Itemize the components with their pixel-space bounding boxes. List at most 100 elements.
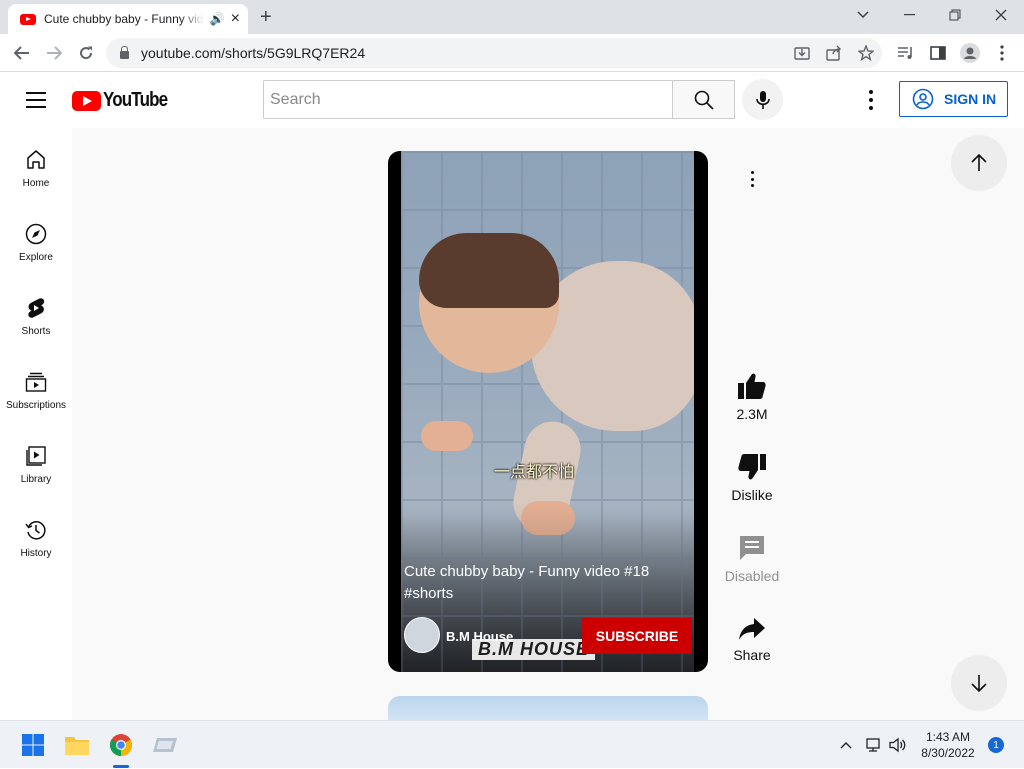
chrome-taskbar-button[interactable] [107, 731, 135, 759]
tab-audio-icon[interactable]: 🔊 [210, 12, 225, 26]
network-button[interactable] [862, 721, 884, 769]
thumbs-up-icon [738, 373, 766, 399]
network-icon [866, 738, 880, 752]
channel-name[interactable]: B.M House [446, 629, 513, 644]
minimize-icon [903, 14, 915, 16]
share-arrow-icon [739, 618, 765, 640]
comments-button[interactable]: Disabled [722, 534, 782, 584]
sidebar-item-subscriptions[interactable]: Subscriptions [0, 354, 72, 424]
search-button[interactable] [672, 80, 735, 119]
dislike-button[interactable]: Dislike [722, 453, 782, 503]
windows-taskbar: 1:43 AM 8/30/2022 [0, 720, 1024, 768]
side-panel-icon [930, 46, 946, 60]
sidebar-item-home[interactable]: Home [0, 132, 72, 202]
profile-button[interactable] [958, 42, 982, 64]
file-explorer-button[interactable] [63, 731, 91, 759]
sign-in-button[interactable]: SIGN IN [899, 81, 1008, 117]
chevron-up-icon [840, 742, 852, 749]
restore-icon [949, 9, 961, 21]
back-button[interactable] [10, 42, 34, 64]
comments-label: Disabled [724, 568, 780, 584]
reload-icon [80, 46, 93, 60]
media-control-button[interactable] [894, 42, 918, 64]
share-icon [826, 45, 841, 61]
new-tab-button[interactable]: + [260, 6, 272, 29]
address-bar[interactable]: youtube.com/shorts/5G9LRQ7ER24 [106, 38, 882, 68]
search-icon [694, 90, 714, 110]
folder-icon [65, 737, 89, 755]
home-icon [27, 150, 45, 169]
share-page-button[interactable] [822, 42, 846, 64]
compass-icon [25, 223, 47, 245]
search-input[interactable]: Search [263, 80, 672, 119]
sidebar-item-label: Home [22, 178, 50, 189]
forward-button[interactable] [42, 42, 66, 64]
settings-menu-button[interactable] [866, 90, 876, 110]
lock-icon[interactable] [120, 46, 129, 59]
sidebar-item-history[interactable]: History [0, 502, 72, 572]
tab-close-icon[interactable]: × [231, 11, 240, 27]
youtube-logo[interactable]: YouTube [72, 89, 179, 112]
subscribe-button[interactable]: SUBSCRIBE [582, 618, 692, 654]
start-button[interactable] [19, 731, 47, 759]
dislike-label: Dislike [731, 487, 773, 503]
previous-short-button[interactable] [951, 135, 1007, 191]
sidebar-item-explore[interactable]: Explore [0, 206, 72, 276]
youtube-masthead: YouTube Search SIGN IN [0, 72, 1024, 128]
minimize-button[interactable] [886, 0, 932, 30]
voice-search-button[interactable] [742, 79, 783, 120]
speaker-icon [889, 737, 906, 753]
restore-button[interactable] [932, 0, 978, 30]
close-window-button[interactable] [978, 0, 1024, 30]
notification-badge[interactable]: 1 [988, 737, 1004, 753]
install-icon [794, 47, 810, 60]
like-button[interactable]: 2.3M [722, 372, 782, 422]
clock-date: 8/30/2022 [921, 746, 975, 760]
side-panel-button[interactable] [926, 42, 950, 64]
taskbar-clock[interactable]: 1:43 AM 8/30/2022 [912, 729, 984, 761]
video-caption: 一点都不怕 [494, 464, 575, 481]
media-queue-icon [898, 47, 912, 59]
star-icon [858, 45, 874, 61]
sign-in-label: SIGN IN [944, 91, 997, 107]
chevron-down-icon [857, 11, 869, 19]
channel-avatar[interactable] [404, 617, 440, 653]
search-placeholder: Search [270, 90, 321, 108]
sidebar-item-shorts[interactable]: Shorts [0, 280, 72, 350]
chrome-icon [110, 734, 132, 756]
thumbs-down-icon [738, 454, 766, 480]
microphone-icon [755, 90, 770, 109]
browser-tab[interactable]: Cute chubby baby - Funny video #18 #shor… [8, 4, 248, 34]
share-label: Share [733, 647, 771, 663]
history-icon [25, 521, 46, 540]
browser-toolbar: youtube.com/shorts/5G9LRQ7ER24 [0, 34, 1024, 72]
url-text: youtube.com/shorts/5G9LRQ7ER24 [141, 45, 366, 61]
shorts-icon [28, 298, 45, 318]
shorts-player[interactable]: 一点都不怕 B.M HOUSE Cute chubby baby - Funny… [388, 151, 708, 672]
reload-button[interactable] [74, 42, 98, 64]
arrow-right-icon [47, 46, 62, 60]
browser-tab-strip: Cute chubby baby - Funny video #18 #shor… [0, 0, 1024, 34]
sidebar-item-label: Subscriptions [5, 400, 67, 411]
share-button[interactable]: Share [722, 617, 782, 663]
sidebar-item-library[interactable]: Library [0, 428, 72, 498]
chrome-menu-button[interactable] [990, 42, 1014, 64]
volume-button[interactable] [887, 721, 909, 769]
sidebar-item-label: Library [20, 474, 52, 485]
bookmark-button[interactable] [854, 42, 878, 64]
install-app-button[interactable] [790, 42, 814, 64]
app-taskbar-button[interactable] [151, 731, 179, 759]
tab-search-button[interactable] [840, 0, 886, 30]
guide-menu-button[interactable] [26, 92, 46, 108]
windows-logo-icon [22, 734, 44, 756]
comment-icon [740, 536, 764, 560]
short-menu-button[interactable] [748, 171, 756, 187]
sidebar-item-label: History [20, 548, 52, 559]
next-short-button[interactable] [951, 655, 1007, 711]
library-icon [26, 446, 46, 466]
short-title[interactable]: Cute chubby baby - Funny video #18 #shor… [404, 561, 684, 605]
guide-sidebar: Home Explore Shorts Subscriptions Librar… [0, 128, 72, 720]
youtube-play-icon [72, 90, 101, 111]
show-hidden-icons-button[interactable] [836, 721, 856, 769]
like-count: 2.3M [736, 406, 768, 422]
